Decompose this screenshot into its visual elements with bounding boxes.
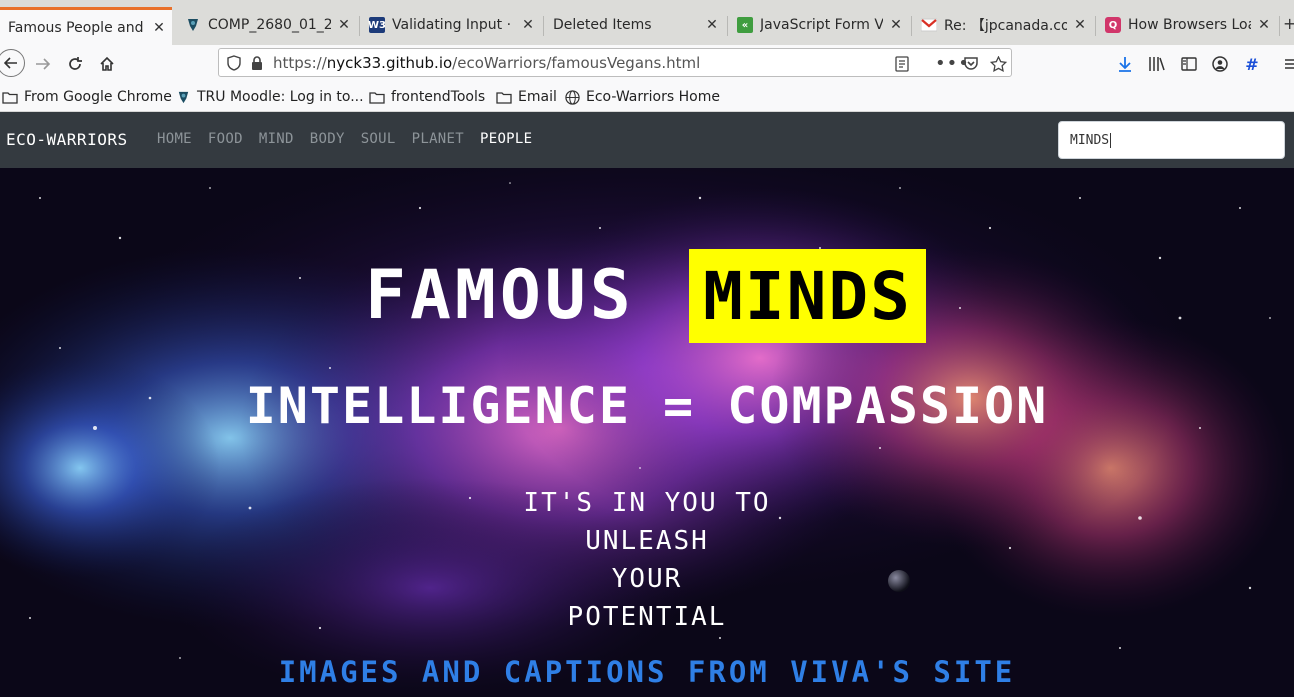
tab-gmail[interactable]: Re: 【jpcanada.com ✕ [913,6,1093,44]
site-navbar: ECO-WARRIORS HOME FOOD MIND BODY SOUL PL… [0,112,1294,168]
url-bar[interactable]: https://nyck33.github.io/ecoWarriors/fam… [218,48,1012,77]
close-icon[interactable]: ✕ [337,17,351,33]
tab-javascript-form[interactable]: « JavaScript Form Va ✕ [729,6,909,44]
bookmark-star-icon[interactable] [990,49,1007,78]
hero-galaxy-section: FAMOUS MINDS INTELLIGENCE = COMPASSION I… [0,168,1294,697]
bookmark-label: Email [518,89,557,105]
site-brand[interactable]: ECO-WARRIORS [6,130,128,149]
tab-title: COMP_2680_01_20 [208,17,331,33]
bookmark-email[interactable]: Email [496,87,557,107]
globe-icon [565,89,580,105]
tab-deleted-items[interactable]: Deleted Items ✕ [545,6,725,44]
tagline-line: IT'S IN YOU TO [523,488,771,518]
lock-icon[interactable] [251,55,263,70]
download-icon[interactable] [1112,51,1138,77]
folder-icon [369,91,385,104]
close-icon[interactable]: ✕ [705,17,719,33]
navigation-toolbar: https://nyck33.github.io/ecoWarriors/fam… [0,45,1294,83]
url-path: /ecoWarriors/famousVegans.html [452,53,701,72]
moodle-icon [176,90,191,105]
sidebar-icon[interactable] [1176,51,1202,77]
close-icon[interactable]: ✕ [1257,17,1271,33]
tagline-line: POTENTIAL [567,602,727,632]
tab-validating-input[interactable]: W3 Validating Input · P ✕ [361,6,541,44]
close-icon[interactable]: ✕ [521,17,535,33]
close-icon[interactable]: ✕ [889,17,903,33]
close-icon[interactable]: ✕ [1073,17,1087,33]
gmail-icon [921,17,937,33]
hero-heading: FAMOUS MINDS [0,248,1294,344]
tab-famous-people[interactable]: Famous People and Pl ✕ [0,7,172,45]
hero-subtitle: INTELLIGENCE = COMPASSION [245,377,1049,435]
bookmark-label: From Google Chrome [24,89,172,105]
tab-title: Deleted Items [553,17,652,33]
image-credit: IMAGES AND CAPTIONS FROM VIVA'S SITE [278,655,1016,689]
bookmark-tru-moodle[interactable]: TRU Moodle: Log in to... [176,87,364,107]
nav-food[interactable]: FOOD [208,131,243,147]
library-icon[interactable] [1144,51,1170,77]
heading-famous: FAMOUS [365,256,635,335]
site-nav-links: HOME FOOD MIND BODY SOUL PLANET PEOPLE [157,131,532,147]
folder-icon [2,91,18,104]
bookmark-eco-warriors-home[interactable]: Eco-Warriors Home [565,87,720,107]
moodle-icon [185,17,201,33]
heading-minds-highlight: MINDS [689,249,926,343]
home-button[interactable] [94,51,120,77]
url-text: https://nyck33.github.io/ecoWarriors/fam… [273,54,700,72]
bookmark-from-google-chrome[interactable]: From Google Chrome [2,87,172,107]
close-icon[interactable]: ✕ [152,20,166,36]
account-icon[interactable] [1207,51,1233,77]
bookmark-label: Eco-Warriors Home [586,89,720,105]
pocket-icon[interactable] [963,49,979,78]
tab-title: Validating Input · P [392,17,515,33]
nav-home[interactable]: HOME [157,131,192,147]
url-host: nyck33.github.io [326,53,453,72]
folder-icon [496,91,512,104]
new-tab-icon[interactable]: + [1283,14,1294,33]
reload-button[interactable] [62,51,88,77]
tagline-line: UNLEASH [585,526,709,556]
back-button[interactable] [0,49,25,77]
forward-button[interactable] [30,51,56,77]
tab-title: How Browsers Loa [1128,17,1251,33]
quora-icon: Q [1105,17,1121,33]
tagline-line: YOUR [611,564,683,594]
nav-planet[interactable]: PLANET [412,131,464,147]
tab-title: Famous People and Pl [8,19,146,36]
tab-title: JavaScript Form Va [760,17,883,33]
search-input-value: MINDS [1070,132,1110,148]
nav-soul[interactable]: SOUL [361,131,396,147]
bookmark-frontendtools[interactable]: frontendTools [369,87,485,107]
tab-title: Re: 【jpcanada.com [944,18,1067,34]
reader-view-icon[interactable] [895,49,909,78]
url-prefix: https:// [273,53,327,72]
bookmark-label: frontendTools [391,89,486,105]
bookmarks-toolbar: From Google Chrome TRU Moodle: Log in to… [0,83,1294,112]
nav-body[interactable]: BODY [310,131,345,147]
hero-tagline: IT'S IN YOU TO UNLEASH YOUR POTENTIAL [0,484,1294,636]
tab-strip: Famous People and Pl ✕ COMP_2680_01_20 ✕… [0,0,1294,46]
nav-mind[interactable]: MIND [259,131,294,147]
tab-comp-2680[interactable]: COMP_2680_01_20 ✕ [177,6,357,44]
w3-icon: W3 [368,17,386,33]
bookmark-label: TRU Moodle: Log in to... [197,89,364,105]
tab-how-browsers-load[interactable]: Q How Browsers Loa ✕ [1097,6,1277,44]
js-icon: « [737,17,753,33]
hashtag-extension-icon[interactable]: # [1239,51,1265,77]
menu-icon[interactable] [1278,51,1294,77]
nav-people[interactable]: PEOPLE [480,131,532,147]
search-input[interactable]: MINDS [1058,121,1285,159]
shield-icon[interactable] [227,54,241,71]
